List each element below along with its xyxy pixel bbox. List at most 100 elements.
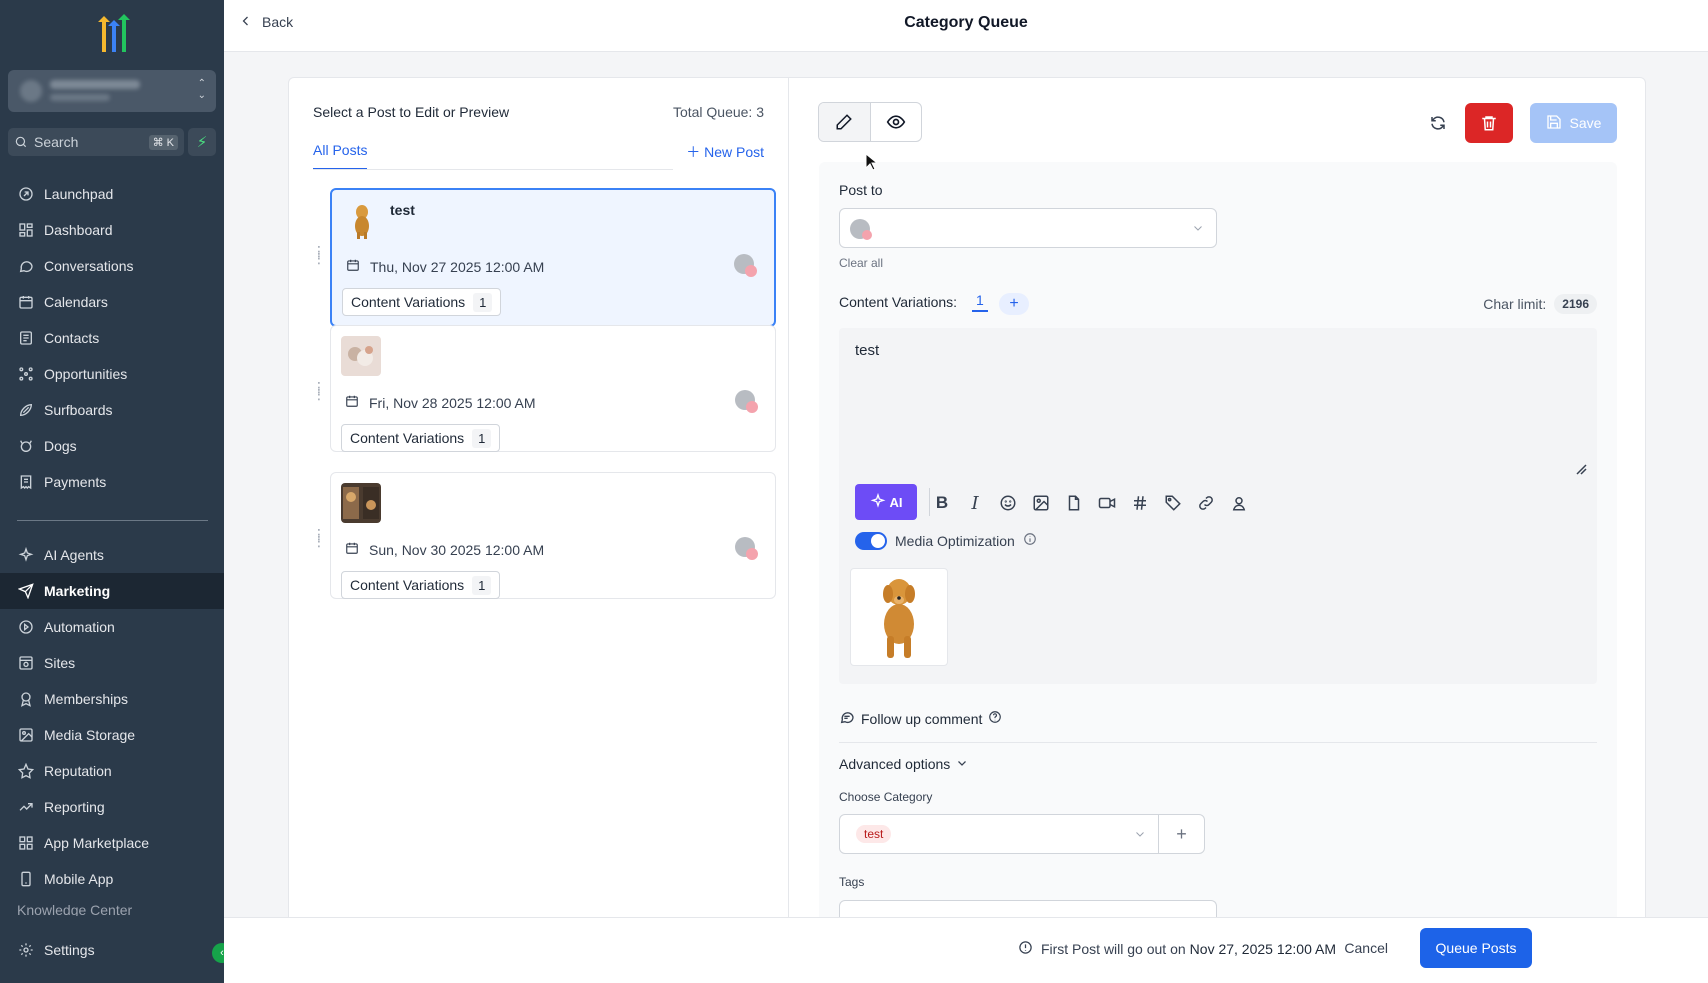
ai-assist-button[interactable]: AI — [855, 484, 917, 520]
sidebar-item-ai-agents[interactable]: AI Agents — [0, 537, 224, 573]
category-chip[interactable]: test — [856, 825, 892, 843]
section-divider — [839, 742, 1597, 743]
media-thumbnail[interactable] — [850, 568, 948, 666]
sidebar-item-label: Conversations — [44, 258, 134, 274]
main-card: Select a Post to Edit or Preview Total Q… — [288, 77, 1646, 983]
search-label: Search — [34, 134, 79, 150]
plus-icon: + — [1176, 823, 1187, 844]
search-shortcut: ⌘ K — [148, 134, 178, 150]
sidebar-item-reputation[interactable]: Reputation — [0, 753, 224, 789]
sidebar-item-calendars[interactable]: Calendars — [0, 284, 224, 320]
sidebar-item-conversations[interactable]: Conversations — [0, 248, 224, 284]
follow-up-comment[interactable]: Follow up comment — [839, 709, 1002, 728]
content-editor[interactable]: test AI B I Media Optimization — [839, 328, 1597, 684]
sidebar-item-payments[interactable]: Payments — [0, 464, 224, 500]
new-post-button[interactable]: ＋ New Post — [686, 142, 764, 162]
sidebar-item-label: Automation — [44, 619, 115, 635]
sidebar-item-label: Sites — [44, 655, 76, 671]
cancel-button[interactable]: Cancel — [1344, 940, 1388, 956]
quick-action-bolt-icon[interactable]: ⚡ — [188, 128, 216, 156]
sidebar-nav-primary: Launchpad Dashboard Conversations Calend… — [0, 176, 224, 500]
edit-mode-button[interactable] — [819, 103, 871, 141]
post-date: Sun, Nov 30 2025 12:00 AM — [345, 541, 544, 558]
sidebar-item-reporting[interactable]: Reporting — [0, 789, 224, 825]
sidebar-item-contacts[interactable]: Contacts — [0, 320, 224, 356]
post-card[interactable]: Sun, Nov 30 2025 12:00 AM Content Variat… — [330, 472, 776, 599]
tag-icon[interactable] — [1162, 492, 1184, 514]
help-icon[interactable] — [988, 710, 1002, 727]
emoji-icon[interactable] — [997, 492, 1019, 514]
search-icon — [15, 136, 27, 148]
sidebar-item-memberships[interactable]: Memberships — [0, 681, 224, 717]
content-variations-label: Content Variations — [350, 577, 465, 593]
add-category-button[interactable]: + — [1159, 814, 1205, 854]
sidebar-item-sites[interactable]: Sites — [0, 645, 224, 681]
bold-icon[interactable]: B — [931, 492, 953, 514]
sidebar-item-dogs[interactable]: Dogs — [0, 428, 224, 464]
add-variation-button[interactable]: + — [999, 293, 1029, 315]
content-variations-count: 1 — [473, 292, 493, 312]
italic-icon[interactable]: I — [964, 492, 986, 514]
trash-icon — [1482, 116, 1496, 131]
video-icon[interactable] — [1096, 492, 1118, 514]
category-select[interactable]: test — [839, 814, 1159, 854]
delete-button[interactable] — [1465, 103, 1513, 143]
calendar-icon — [346, 258, 360, 275]
sidebar-item-media-storage[interactable]: Media Storage — [0, 717, 224, 753]
sidebar-divider — [17, 520, 208, 521]
sidebar-item-dashboard[interactable]: Dashboard — [0, 212, 224, 248]
sparkle-icon — [870, 492, 886, 512]
sidebar-item-opportunities[interactable]: Opportunities — [0, 356, 224, 392]
queue-posts-button[interactable]: Queue Posts — [1420, 928, 1532, 968]
sidebar-item-label: Contacts — [44, 330, 100, 346]
refresh-button[interactable] — [1421, 106, 1455, 140]
preview-mode-button[interactable] — [871, 103, 922, 141]
post-card[interactable]: test Thu, Nov 27 2025 12:00 AM Content V… — [330, 188, 776, 327]
tab-variation-1[interactable]: 1 — [972, 292, 988, 312]
content-variations-badge: Content Variations 1 — [341, 424, 501, 452]
advanced-options-toggle[interactable]: Advanced options — [839, 756, 968, 772]
file-icon[interactable] — [1063, 492, 1085, 514]
resize-handle-icon[interactable] — [1575, 462, 1587, 478]
sidebar-item-app-marketplace[interactable]: App Marketplace — [0, 825, 224, 861]
tab-all-posts[interactable]: All Posts — [313, 142, 368, 170]
search-input[interactable]: Search ⌘ K — [8, 128, 184, 156]
post-editor: Post to Clear all Content Variations: 1 … — [819, 162, 1617, 983]
app-logo[interactable] — [90, 14, 134, 54]
account-switcher[interactable]: ⌃ ⌄ — [8, 70, 216, 112]
media-optimization-toggle[interactable] — [855, 532, 887, 550]
clear-all-link[interactable]: Clear all — [839, 256, 883, 270]
content-text[interactable]: test — [855, 342, 879, 359]
sidebar-item-surfboards[interactable]: Surfboards — [0, 392, 224, 428]
refresh-icon — [1431, 116, 1445, 130]
sidebar-item-launchpad[interactable]: Launchpad — [0, 176, 224, 212]
social-account-avatar — [734, 254, 757, 277]
new-post-label: New Post — [704, 144, 764, 160]
sidebar-item-automation[interactable]: Automation — [0, 609, 224, 645]
sidebar-item-label: Reporting — [44, 799, 105, 815]
sidebar-item-settings[interactable]: Settings — [0, 932, 224, 968]
hashtag-icon[interactable] — [1129, 492, 1151, 514]
sidebar-item-mobile-app[interactable]: Mobile App — [0, 861, 224, 897]
first-post-info-text: First Post will go out on — [1040, 941, 1186, 957]
award-icon — [17, 690, 35, 708]
sidebar: ⌃ ⌄ Search ⌘ K ⚡ Launchpad Dashboard Conv… — [0, 0, 224, 983]
sidebar-item-marketing[interactable]: Marketing — [0, 573, 224, 609]
char-limit: Char limit: 2196 — [1483, 294, 1597, 314]
location-icon[interactable] — [1228, 492, 1250, 514]
image-icon[interactable] — [1030, 492, 1052, 514]
sidebar-item-label: Memberships — [44, 691, 129, 707]
sidebar-item-knowledge-center[interactable]: Knowledge Center — [17, 902, 132, 916]
comment-icon — [839, 709, 855, 728]
sidebar-settings: Settings — [0, 932, 224, 968]
edit-preview-toggle — [818, 102, 922, 142]
post-thumbnail — [341, 483, 381, 523]
sidebar-item-label: Dogs — [44, 438, 77, 454]
post-card[interactable]: Fri, Nov 28 2025 12:00 AM Content Variat… — [330, 325, 776, 452]
dog-image — [883, 579, 915, 658]
info-icon[interactable] — [1023, 532, 1037, 549]
chat-icon — [17, 257, 35, 275]
link-icon[interactable] — [1195, 492, 1217, 514]
post-to-select[interactable] — [839, 208, 1217, 248]
save-button[interactable]: Save — [1530, 103, 1617, 143]
